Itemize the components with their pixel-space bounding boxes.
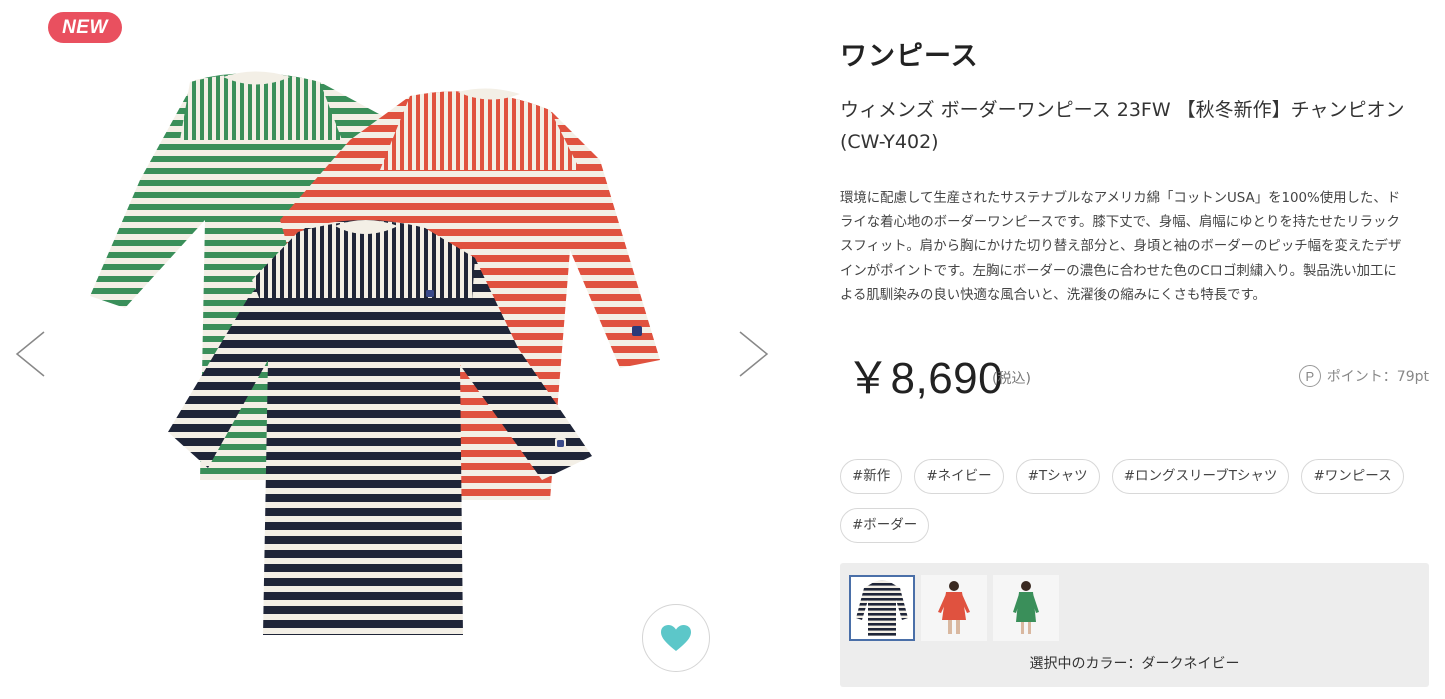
color-swatches xyxy=(849,575,1059,641)
product-category: ワンピース xyxy=(840,41,979,72)
favorite-button[interactable] xyxy=(642,604,710,672)
navy-dress-thumbnail xyxy=(856,580,908,636)
tag-long-sleeve-tshirt[interactable]: #ロングスリーブTシャツ xyxy=(1111,459,1290,494)
product-gallery: NEW xyxy=(0,0,800,699)
tag-onepiece[interactable]: #ワンピース xyxy=(1301,459,1404,494)
product-description: 環境に配慮して生産されたサステナブルなアメリカ綿「コットンUSA」を100%使用… xyxy=(840,191,1402,303)
points-icon: P xyxy=(1298,365,1321,387)
tag-new[interactable]: #新作 xyxy=(840,459,903,494)
model-red-dress-thumbnail xyxy=(938,581,970,634)
swatch-red[interactable] xyxy=(921,575,987,641)
color-selector: 選択中のカラー：ダークネイビー xyxy=(840,563,1429,687)
product-image xyxy=(90,71,660,635)
chevron-right-icon xyxy=(739,331,769,377)
model-green-dress-thumbnail xyxy=(1013,581,1039,634)
new-badge: NEW xyxy=(48,12,122,43)
product-name: ウィメンズ ボーダーワンピース 23FW 【秋冬新作】チャンピオン(CW-Y40… xyxy=(840,99,1405,153)
tag-tshirt[interactable]: #Tシャツ xyxy=(1015,459,1100,494)
points: P ポイント：79pt xyxy=(1298,365,1429,387)
heart-icon xyxy=(661,625,691,651)
prev-image-button[interactable] xyxy=(14,330,48,378)
swatch-green[interactable] xyxy=(993,575,1059,641)
next-image-button[interactable] xyxy=(736,330,770,378)
chevron-left-icon xyxy=(15,331,45,377)
tag-navy[interactable]: #ネイビー xyxy=(914,459,1004,494)
points-label: ポイント：79pt xyxy=(1326,369,1429,385)
price: ￥8,690 xyxy=(846,354,1004,403)
selected-color-label: 選択中のカラー：ダークネイビー xyxy=(1029,656,1240,672)
tag-border[interactable]: #ボーダー xyxy=(840,508,930,543)
swatch-dark-navy[interactable] xyxy=(849,575,915,641)
price-row: ￥8,690 (税込) P ポイント：79pt xyxy=(840,340,1430,403)
tag-list: #新作 #ネイビー #Tシャツ #ロングスリーブTシャツ #ワンピース #ボーダ… xyxy=(840,459,1430,543)
tax-note: (税込) xyxy=(992,371,1031,387)
